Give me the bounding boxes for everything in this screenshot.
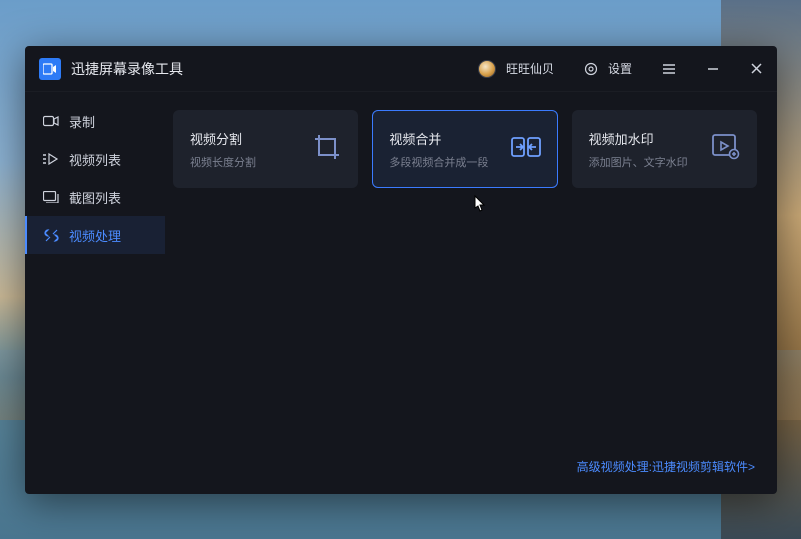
username[interactable]: 旺旺仙贝	[506, 60, 554, 77]
card-video-split[interactable]: 视频分割 视频长度分割	[173, 110, 358, 188]
app-title: 迅捷屏幕录像工具	[71, 59, 183, 79]
card-subtitle: 多段视频合并成一段	[389, 154, 498, 170]
sidebar-item-screenshot-list[interactable]: 截图列表	[25, 178, 165, 216]
sidebar-item-record[interactable]: 录制	[25, 102, 165, 140]
watermark-icon	[712, 134, 740, 165]
close-button[interactable]	[750, 62, 763, 75]
card-video-merge[interactable]: 视频合并 多段视频合并成一段	[372, 110, 557, 188]
sidebar-item-label: 视频处理	[69, 226, 121, 245]
image-list-icon	[43, 191, 59, 203]
app-logo-icon	[39, 58, 61, 80]
advanced-link[interactable]: 高级视频处理:迅捷视频剪辑软件>	[577, 460, 755, 474]
card-title: 视频合并	[389, 129, 498, 148]
sidebar-item-video-process[interactable]: 视频处理	[25, 216, 165, 254]
card-subtitle: 视频长度分割	[190, 154, 301, 170]
card-title: 视频分割	[190, 129, 301, 148]
titlebar: 迅捷屏幕录像工具 旺旺仙贝 设置	[25, 46, 777, 92]
card-video-watermark[interactable]: 视频加水印 添加图片、文字水印	[572, 110, 757, 188]
main-content: 视频分割 视频长度分割 视频合并 多段视频合并成一段	[165, 92, 777, 494]
card-subtitle: 添加图片、文字水印	[589, 154, 700, 170]
sidebar-item-label: 录制	[69, 112, 95, 131]
footer: 高级视频处理:迅捷视频剪辑软件>	[173, 454, 757, 480]
user-avatar[interactable]	[478, 60, 496, 78]
sidebar-item-label: 截图列表	[69, 188, 121, 207]
app-window: 迅捷屏幕录像工具 旺旺仙贝 设置 录制	[25, 46, 777, 494]
card-title: 视频加水印	[589, 129, 700, 148]
minimize-button[interactable]	[706, 62, 720, 76]
menu-icon[interactable]	[662, 63, 676, 75]
sidebar-item-label: 视频列表	[69, 150, 121, 169]
sidebar-item-video-list[interactable]: 视频列表	[25, 140, 165, 178]
crop-icon	[313, 133, 341, 166]
sidebar: 录制 视频列表 截图列表 视频处理	[25, 92, 165, 494]
settings-button[interactable]: 设置	[608, 60, 632, 77]
camera-icon	[43, 115, 59, 127]
settings-icon[interactable]	[584, 62, 598, 76]
merge-icon	[511, 135, 541, 164]
tools-icon	[43, 228, 59, 243]
playlist-icon	[43, 153, 59, 165]
